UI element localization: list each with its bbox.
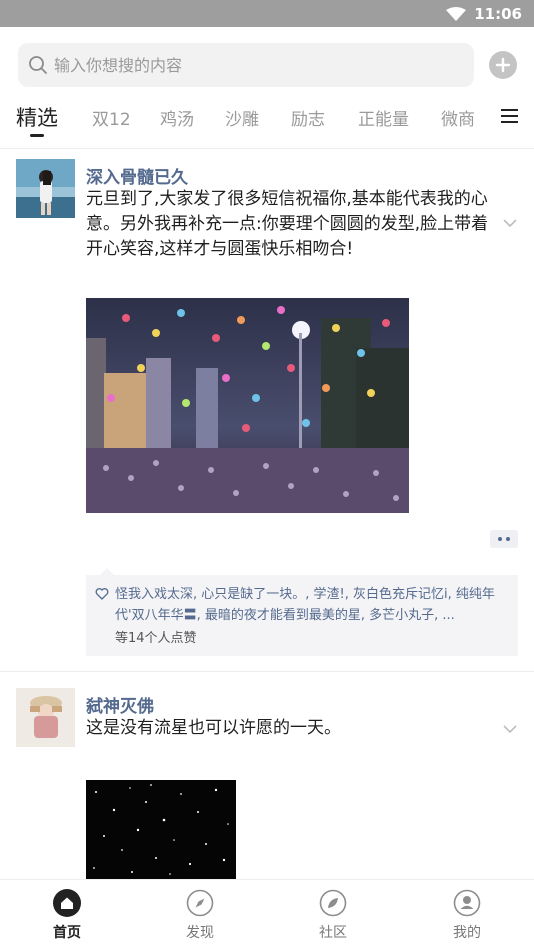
nav-profile[interactable]: 我的 [437,889,497,942]
nav-community[interactable]: 社区 [303,889,363,942]
bottom-nav: 首页 发现 社区 我的 [0,879,534,949]
nav-community-label: 社区 [319,925,347,941]
author-name[interactable]: 弑神灭佛 [86,692,154,717]
post-text: 这是没有流星也可以许愿的一天。 [86,718,341,738]
nav-home-label: 首页 [53,925,81,941]
nav-profile-label: 我的 [453,925,481,941]
starry-sky-photo [86,780,236,879]
community-icon [319,889,347,917]
post-card: 弑神灭佛 这是没有流星也可以许愿的一天。 [0,0,534,879]
home-icon [53,889,81,917]
avatar-image [16,688,75,747]
nav-discover-label: 发现 [186,925,214,941]
compass-icon [186,889,214,917]
profile-icon [453,889,481,917]
nav-home[interactable]: 首页 [37,889,97,942]
app-screen: 11:06 精选 双12 鸡汤 沙雕 励志 正能量 微商 [0,0,534,949]
nav-discover[interactable]: 发现 [170,889,230,942]
post-photo[interactable] [86,780,236,879]
avatar[interactable] [16,688,75,747]
chevron-down-icon[interactable] [502,724,518,734]
